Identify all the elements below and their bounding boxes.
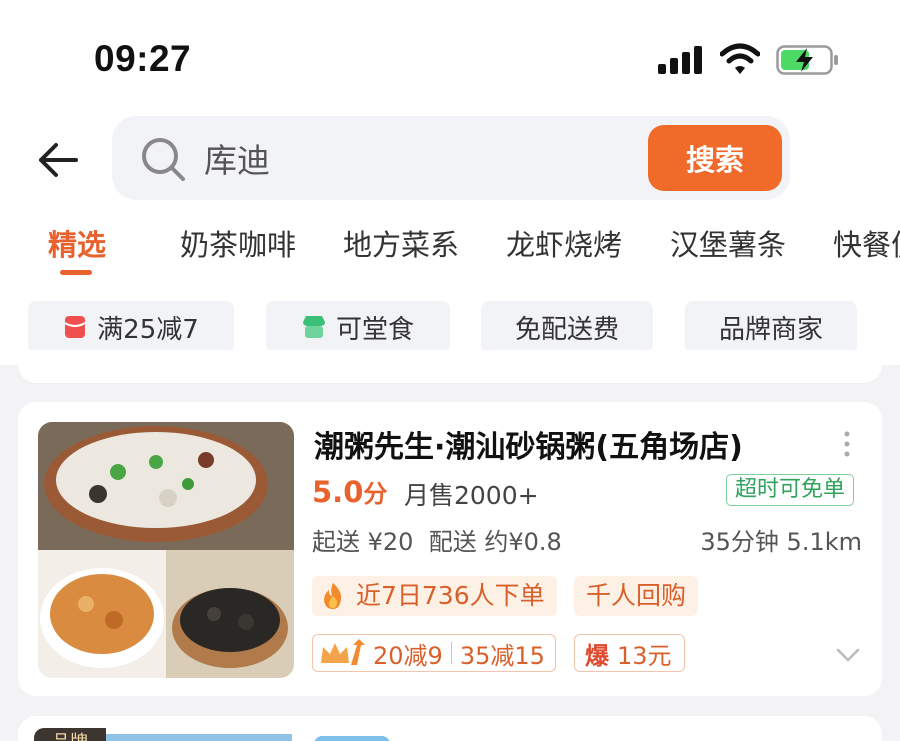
tab-burger-fries[interactable]: 汉堡薯条 — [670, 222, 786, 264]
tab-regional[interactable]: 地方菜系 — [343, 222, 459, 264]
battery-charging-icon — [776, 45, 838, 75]
store-card[interactable]: 潮粥先生·潮汕砂锅粥(五角场店) 5.0分 月售2000+ 超时可免单 起送 ¥… — [18, 402, 882, 696]
active-tab-indicator — [60, 270, 92, 275]
shop-icon — [302, 316, 325, 338]
search-bar[interactable]: 搜索 — [112, 116, 790, 200]
boom-label: 爆 — [585, 641, 609, 670]
promo-divider — [450, 642, 452, 664]
min-order: 起送 ¥20 — [312, 528, 414, 556]
fire-icon — [324, 583, 342, 609]
promo-1: 20减9 — [373, 641, 443, 670]
cellular-signal-icon — [658, 46, 704, 74]
tab-crayfish-bbq[interactable]: 龙虾烧烤 — [506, 222, 622, 264]
filter-free-delivery-label: 免配送费 — [514, 314, 619, 345]
filter-discount[interactable]: 满25减7 — [28, 301, 234, 353]
store-name[interactable]: 潮粥先生·潮汕砂锅粥(五角场店) — [314, 422, 743, 466]
store-photo — [38, 422, 294, 678]
promo-tag[interactable]: 20减9 35减15 — [312, 634, 556, 672]
status-time: 09:27 — [94, 38, 192, 79]
filter-free-delivery[interactable]: 免配送费 — [481, 301, 653, 353]
filter-dine-in-label: 可堂食 — [335, 314, 414, 345]
previous-store-card — [18, 350, 882, 383]
delivery-info: 起送 ¥20 配送 约¥0.8 — [312, 522, 562, 557]
filter-brand-label: 品牌商家 — [718, 314, 823, 345]
boom-value: 13元 — [617, 641, 672, 670]
late-free-badge: 超时可免单 — [726, 474, 855, 506]
next-store-card[interactable]: 品牌 — [18, 716, 882, 741]
filter-dine-in[interactable]: 可堂食 — [266, 301, 450, 353]
wifi-icon — [720, 43, 760, 74]
hot-orders-tag: 近7日736人下单 — [312, 576, 557, 616]
more-options-icon[interactable] — [842, 430, 852, 458]
next-store-brand-badge: 品牌 — [34, 728, 106, 741]
rating-unit: 分 — [363, 480, 388, 508]
chevron-down-icon[interactable] — [836, 648, 860, 662]
rating-value: 5.0 — [312, 475, 364, 509]
store-rating: 5.0分 — [312, 474, 387, 509]
search-icon — [142, 138, 185, 181]
filter-discount-label: 满25减7 — [97, 314, 199, 345]
repeat-buy-tag: 千人回购 — [574, 576, 699, 616]
tab-tea-coffee[interactable]: 奶茶咖啡 — [180, 222, 296, 264]
distance: 5.1km — [786, 528, 862, 556]
tab-featured[interactable]: 精选 — [48, 222, 106, 264]
filter-brand[interactable]: 品牌商家 — [685, 301, 857, 353]
delivery-fee: 配送 约¥0.8 — [428, 528, 562, 556]
eta-distance: 35分钟 5.1km — [700, 522, 862, 557]
search-button[interactable]: 搜索 — [648, 125, 782, 191]
next-store-photo — [106, 734, 292, 741]
back-arrow-icon[interactable] — [36, 138, 80, 182]
next-store-thumb — [314, 736, 390, 741]
category-tabs: 精选 奶茶咖啡 地方菜系 龙虾烧烤 汉堡薯条 快餐便 — [0, 222, 900, 282]
red-envelope-icon — [64, 316, 86, 338]
tab-fast-food[interactable]: 快餐便 — [833, 222, 900, 264]
boom-deal-tag[interactable]: 爆 13元 — [574, 634, 685, 672]
eta: 35分钟 — [700, 528, 779, 556]
hot-orders-label: 近7日736人下单 — [356, 581, 545, 610]
promo-2: 35减15 — [459, 641, 545, 670]
search-input[interactable] — [204, 134, 624, 182]
crown-arrow-icon — [321, 639, 365, 665]
monthly-sales: 月售2000+ — [404, 481, 539, 510]
